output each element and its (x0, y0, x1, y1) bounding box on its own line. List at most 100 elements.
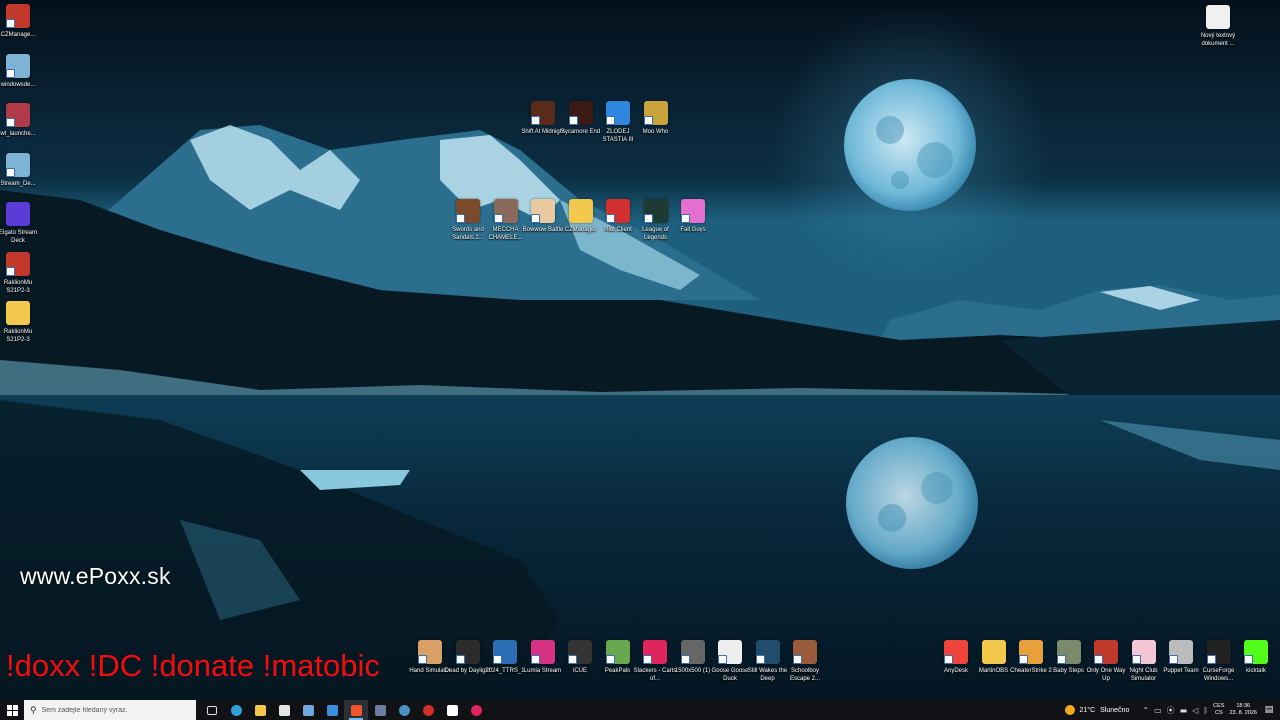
desktop-icon[interactable]: windowsde... (0, 53, 40, 89)
installer-icon (6, 152, 30, 177)
desktop-icon-label: Schoolboy Escape 2... (789, 668, 821, 682)
taskbar-app-button[interactable] (200, 700, 224, 720)
generic-app-icon (374, 704, 386, 716)
language-top: CES (1213, 703, 1225, 709)
game-icon (493, 199, 518, 223)
warthunder-icon (6, 103, 30, 127)
volume-icon[interactable]: ◁ (1192, 706, 1198, 715)
desktop-icon-label: windowsde... (0, 81, 36, 88)
fallguys-icon (681, 199, 705, 223)
microphone-icon[interactable]: ⦿ (1167, 705, 1175, 716)
desktop-icon-label: RaklionMu S21P2-3 (3, 329, 33, 343)
game-icon (643, 101, 668, 125)
taskbar-app-button[interactable] (272, 700, 296, 720)
bluetooth-icon[interactable]: ᛒ (1203, 706, 1208, 715)
taskbar-app-button[interactable] (224, 700, 248, 720)
desktop-icon[interactable]: Elgato Stream Deck (0, 202, 40, 245)
hand-icon (418, 640, 442, 664)
riot-icon (422, 704, 434, 716)
clock-date: 23. 8. 2026 (1229, 710, 1257, 716)
folder-icon (981, 640, 1006, 664)
desktop-icon[interactable]: wt_launche... (0, 103, 40, 138)
game-icon (793, 640, 817, 664)
task-view-icon (207, 705, 217, 715)
game-icon (531, 199, 555, 223)
desktop-icon-label: Moo Who (642, 129, 669, 135)
taskbar-pinned-apps (200, 700, 488, 720)
desktop-icon-label: kicktalk (1246, 668, 1266, 674)
game-icon (531, 101, 555, 125)
language-bottom: CS (1214, 710, 1223, 716)
desktop-icon-label: RaklionMu S21P2-3 (3, 279, 33, 294)
desktop-icon[interactable]: Schoolboy Escape 2... (783, 640, 827, 683)
game-icon (1169, 640, 1193, 664)
desktop-icon[interactable]: RaklionMu S21P2-3 (0, 301, 40, 344)
taskbar-app-button[interactable] (416, 700, 440, 720)
installer-icon (6, 53, 30, 78)
taskbar-app-button[interactable] (296, 700, 320, 720)
weather-condition[interactable]: Slunečno (1100, 707, 1129, 714)
language-indicator[interactable]: CES CS (1213, 703, 1224, 717)
lumia-icon (530, 640, 555, 664)
desktop-icon[interactable]: Moo Who (634, 101, 678, 136)
taskbar-app-button[interactable] (248, 700, 272, 720)
taskbar-search[interactable]: ⚲ (24, 700, 196, 720)
search-icon: ⚲ (30, 704, 37, 715)
game-icon (1131, 640, 1156, 664)
taskbar-app-button[interactable] (344, 700, 368, 720)
taskbar-app-button[interactable] (392, 700, 416, 720)
start-button[interactable] (0, 700, 24, 720)
curseforge-icon (1206, 640, 1231, 664)
taskbar-app-button[interactable] (368, 700, 392, 720)
windows-icon (6, 704, 18, 716)
steam-icon (398, 704, 410, 716)
game-icon (568, 101, 593, 125)
weather-sun-icon[interactable] (1064, 705, 1075, 715)
taskbar: ⚲ 21°C Slunečno ⌃ ▭ ⦿ ▬ ◁ ᛒ CES CS 18:36… (0, 700, 1280, 720)
dbd-icon (455, 640, 480, 664)
desktop-icon-label: wt_launche... (0, 131, 36, 137)
desktop-icon-label: CZManage... (0, 32, 36, 38)
weather-temperature[interactable]: 21°C (1080, 707, 1096, 714)
game-icon (1019, 640, 1043, 664)
winrar-icon (6, 251, 30, 276)
chevron-up-icon[interactable]: ⌃ (1142, 706, 1149, 715)
text-file-icon (1206, 5, 1230, 29)
desktop-icon[interactable]: RaklionMu S21P2-3 (0, 251, 40, 295)
desktop-icon[interactable]: Stream_De... (0, 152, 40, 188)
desktop-icon[interactable]: CZManage... (0, 4, 40, 39)
record-icon (470, 704, 482, 716)
image-icon (680, 640, 705, 664)
kick-icon (1244, 640, 1268, 664)
image-icon (493, 640, 517, 664)
game-icon (1094, 640, 1118, 664)
clock[interactable]: 18:36 23. 8. 2026 (1229, 703, 1257, 717)
site-url-overlay: www.ePoxx.sk (20, 563, 171, 589)
folder-icon (6, 301, 30, 325)
game-icon (1056, 640, 1081, 664)
desktop-icon[interactable]: Fall Guys (671, 199, 715, 234)
elgato-icon (6, 202, 30, 226)
battery-icon[interactable]: ▬ (1180, 706, 1188, 715)
desktop-icon[interactable]: Nový textový dokument ... (1196, 5, 1240, 48)
brave-icon (350, 704, 362, 716)
taskbar-app-button[interactable] (320, 700, 344, 720)
taskbar-app-button[interactable] (440, 700, 464, 720)
league-icon (643, 199, 668, 223)
taskbar-app-button[interactable] (464, 700, 488, 720)
globe-icon (606, 101, 630, 125)
riot-icon (606, 199, 630, 223)
store-icon (278, 704, 290, 716)
desktop-icon[interactable]: kicktalk (1234, 640, 1278, 675)
desktop-icon-label: Elgato Stream Deck (0, 230, 38, 244)
goose-icon (718, 640, 742, 664)
icue-icon (568, 640, 592, 664)
network-icon[interactable]: ▭ (1154, 706, 1162, 715)
chat-commands-overlay: !doxx !DC !donate !matobic (6, 648, 380, 683)
edge-icon (230, 704, 242, 716)
search-input[interactable] (41, 706, 192, 714)
desktop-icon-label: Nový textový dokument ... (1200, 33, 1236, 47)
folder-icon (568, 199, 593, 223)
obs-icon (446, 704, 458, 716)
notification-icon[interactable]: ▤ (1262, 705, 1276, 715)
